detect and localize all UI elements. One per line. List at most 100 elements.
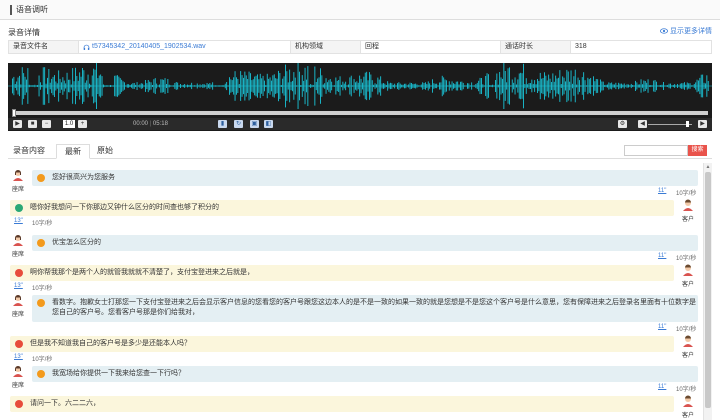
file-name-value: t57345342_20140405_1902534.wav	[92, 43, 206, 50]
fullscreen-icon[interactable]: ▶	[698, 120, 707, 128]
export-icon[interactable]: ◧	[264, 120, 273, 128]
agent-role-label: 座席	[12, 312, 25, 318]
message-speech-rate: 10字/秒	[32, 286, 53, 292]
message-speech-rate: 10字/秒	[676, 191, 697, 197]
message-bubble: 我宽场给你提供一下我来给您查一下行吗？	[32, 366, 698, 382]
message-duration[interactable]: 11"	[658, 253, 666, 259]
message-text: 嗯你好我想问一下你那边又钟什么区分的时间查也够了积分的	[30, 204, 219, 211]
agent-avatar-icon	[13, 235, 23, 246]
content-tabs: 录音内容 最新 原始	[8, 144, 712, 159]
playback-rate: 1.0	[63, 120, 75, 128]
show-more-details-label: 显示更多详情	[670, 28, 712, 35]
agent-role-label: 座席	[12, 187, 25, 193]
message-text: 请问一下。六二二六，	[30, 400, 100, 407]
emotion-icon	[15, 400, 23, 408]
show-more-details-link[interactable]: 显示更多详情	[660, 26, 712, 36]
search-input[interactable]	[624, 145, 688, 156]
loop-icon[interactable]: ↻	[234, 120, 243, 128]
message-text: 啊你帮我那个是两个人的就管我就就不清楚了，支付宝登进来之后就是，	[30, 269, 254, 276]
settings-icon[interactable]: ⚙	[618, 120, 627, 128]
current-time: 00:00	[133, 121, 149, 127]
agent-avatar-icon	[13, 366, 23, 377]
volume-icon[interactable]: ◀	[638, 120, 647, 128]
message-bubble: 您好很高兴为您服务	[32, 170, 698, 186]
message-speech-rate: 10字/秒	[676, 256, 697, 262]
customer-role-label: 客户	[682, 413, 695, 419]
faster-button[interactable]: +	[78, 120, 87, 128]
message-bubble: 嗯你好我想问一下你那边又钟什么区分的时间查也够了积分的	[10, 200, 674, 216]
progress-handle[interactable]	[12, 109, 16, 117]
emotion-icon	[15, 204, 23, 212]
file-name-label: 录音文件名	[9, 41, 79, 53]
emotion-icon	[37, 239, 45, 247]
message-speech-rate: 10字/秒	[32, 357, 53, 363]
message-duration[interactable]: 11"	[658, 384, 666, 390]
section-title: 录音详情	[8, 28, 40, 37]
message-text: 看数字。抱歉女士打那您一下支付宝登进来之后会显示客户信息的您看您的客户号跟您这边…	[52, 299, 696, 316]
customer-avatar-icon	[683, 264, 693, 276]
org-domain-value: 回程	[361, 41, 501, 53]
emotion-icon	[37, 299, 45, 307]
message-duration[interactable]: 13"	[14, 354, 23, 360]
marker-icon[interactable]: ▮	[218, 120, 227, 128]
agent-role-label: 座席	[12, 383, 25, 389]
org-domain-label: 机构领域	[291, 41, 361, 53]
message-bubble: 请问一下。六二二六，	[10, 396, 674, 412]
message-bubble: 啊你帮我那个是两个人的就管我就就不清楚了，支付宝登进来之后就是，	[10, 265, 674, 281]
page-header: 语音调听	[0, 0, 720, 20]
progress-track[interactable]	[12, 111, 708, 115]
customer-avatar-icon	[683, 395, 693, 407]
conversation-list: 座席 您好很高兴为您服务 11" 10字/秒 嗯你好我想问一下你那边又钟什么区分…	[8, 163, 700, 420]
total-time: 05:18	[152, 121, 168, 127]
agent-role-label: 座席	[12, 252, 25, 258]
tab-latest[interactable]: 最新	[56, 144, 90, 159]
clip-icon[interactable]: ▣	[250, 120, 259, 128]
message-text: 但是我不知道我自己的客户号是多少是还能本人吗？	[30, 340, 191, 347]
message-speech-rate: 10字/秒	[676, 327, 697, 333]
tab-original[interactable]: 原始	[90, 144, 120, 159]
message-text: 您好很高兴为您服务	[52, 174, 115, 181]
player-controls: ▶ ■ − 1.0 + 00:00 | 05:18 ▮ ↻ ▣ ◧ ⚙ ◀ ▶	[8, 118, 712, 130]
scroll-thumb[interactable]	[705, 172, 711, 408]
message-speech-rate: 10字/秒	[676, 387, 697, 393]
customer-avatar-icon	[683, 335, 693, 347]
audio-player: ▶ ■ − 1.0 + 00:00 | 05:18 ▮ ↻ ▣ ◧ ⚙ ◀ ▶	[8, 63, 712, 131]
page-title: 语音调听	[10, 5, 48, 15]
search-button[interactable]: 搜索	[688, 145, 707, 156]
waveform[interactable]	[8, 63, 712, 109]
message-bubble: 看数字。抱歉女士打那您一下支付宝登进来之后会显示客户信息的您看您的客户号跟您这边…	[32, 295, 698, 322]
message-duration[interactable]: 11"	[658, 188, 666, 194]
message-text: 我宽场给你提供一下我来给您查一下行吗？	[52, 370, 185, 377]
customer-role-label: 客户	[682, 217, 695, 223]
agent-avatar-icon	[13, 170, 23, 181]
customer-role-label: 客户	[682, 282, 695, 288]
customer-avatar-icon	[683, 199, 693, 211]
emotion-icon	[37, 174, 45, 182]
time-display: 00:00 | 05:18	[133, 121, 168, 127]
message-duration[interactable]: 11"	[658, 324, 666, 330]
call-duration-label: 通话时长	[501, 41, 571, 53]
message-text: 优宝怎么区分的	[52, 239, 101, 246]
file-name-cell[interactable]: t57345342_20140405_1902534.wav	[79, 41, 291, 53]
message-bubble: 优宝怎么区分的	[32, 235, 698, 251]
message-speech-rate: 10字/秒	[32, 221, 53, 227]
headphones-icon	[83, 44, 90, 50]
scroll-up-icon[interactable]: ▲	[704, 163, 712, 171]
volume-handle[interactable]	[686, 121, 689, 127]
emotion-icon	[15, 340, 23, 348]
tab-recording-content[interactable]: 录音内容	[8, 144, 50, 159]
conversation-scrollbar[interactable]: ▲	[703, 163, 712, 420]
emotion-icon	[15, 269, 23, 277]
eye-icon	[660, 28, 668, 34]
emotion-icon	[37, 370, 45, 378]
play-button[interactable]: ▶	[13, 120, 22, 128]
message-duration[interactable]: 13"	[14, 283, 23, 289]
stop-button[interactable]: ■	[28, 120, 37, 128]
call-duration-value: 318	[575, 43, 587, 50]
customer-role-label: 客户	[682, 353, 695, 359]
agent-avatar-icon	[13, 295, 23, 306]
message-bubble: 但是我不知道我自己的客户号是多少是还能本人吗？	[10, 336, 674, 352]
slower-button[interactable]: −	[42, 120, 51, 128]
message-duration[interactable]: 13"	[14, 218, 23, 224]
recording-info-table: 录音文件名 t57345342_20140405_1902534.wav 机构领…	[8, 40, 712, 54]
